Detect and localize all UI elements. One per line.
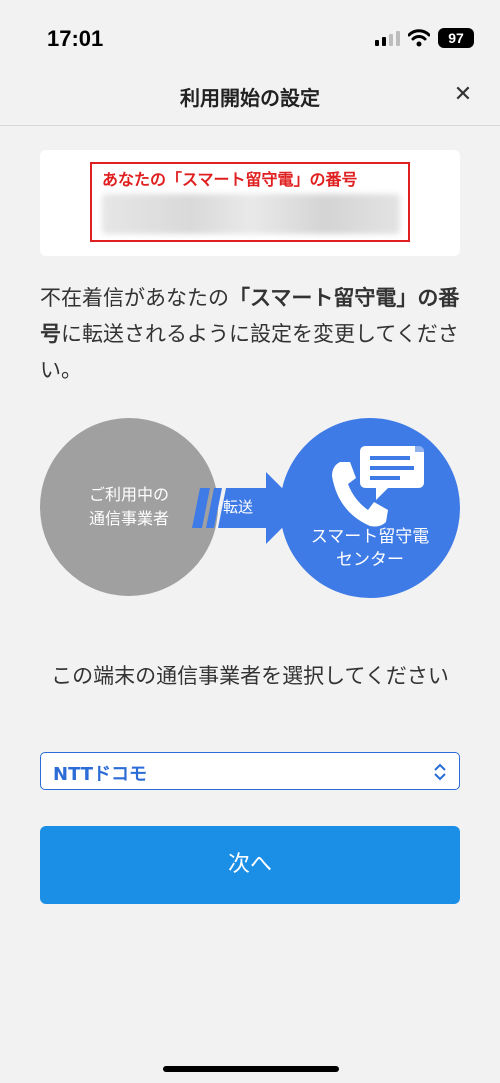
number-label: あなたの「スマート留守電」の番号 <box>102 170 358 189</box>
close-icon: ✕ <box>453 82 473 107</box>
close-button[interactable]: ✕ <box>448 80 478 110</box>
number-highlight-box: あなたの「スマート留守電」の番号 <box>90 162 410 242</box>
carrier-selected-value: NTTドコモ <box>53 764 148 785</box>
forwarding-diagram: ご利用中の 通信事業者 スマート留守電 センター 転送 <box>40 418 460 608</box>
blurred-phone-number <box>102 194 400 234</box>
status-bar: 17:01 97 <box>0 0 500 80</box>
home-indicator <box>163 1066 339 1072</box>
carrier-select[interactable]: NTTドコモ <box>40 752 460 790</box>
center-label: スマート留守電 センター <box>280 526 460 572</box>
battery-icon: 97 <box>438 28 474 48</box>
instruction-text: 不在着信があなたの「スマート留守電」の番号に転送されるように設定を変更してくださ… <box>40 280 460 388</box>
center-circle: スマート留守電 センター <box>280 418 460 598</box>
wifi-icon <box>408 29 430 47</box>
chevron-updown-icon <box>434 763 446 781</box>
status-icons: 97 <box>375 27 474 49</box>
page-title: 利用開始の設定 <box>180 86 320 110</box>
number-card: あなたの「スマート留守電」の番号 <box>40 150 460 256</box>
status-time: 17:01 <box>47 26 104 51</box>
center-label-line2: センター <box>336 550 404 570</box>
instruction-part2: に転送されるように設定を変更してください。 <box>40 322 459 382</box>
nav-bar: 利用開始の設定 ✕ <box>0 70 500 126</box>
center-label-line1: スマート留守電 <box>310 527 430 547</box>
carrier-circle-line1: ご利用中の <box>88 485 169 504</box>
next-button[interactable]: 次へ <box>40 826 460 904</box>
signal-icon <box>375 30 400 46</box>
instruction-part1: 不在着信があなたの <box>40 286 229 310</box>
arrow-label: 転送 <box>222 498 253 516</box>
phone-icon <box>332 462 388 527</box>
carrier-prompt: この端末の通信事業者を選択してください <box>51 664 449 688</box>
carrier-circle-line2: 通信事業者 <box>88 509 169 528</box>
